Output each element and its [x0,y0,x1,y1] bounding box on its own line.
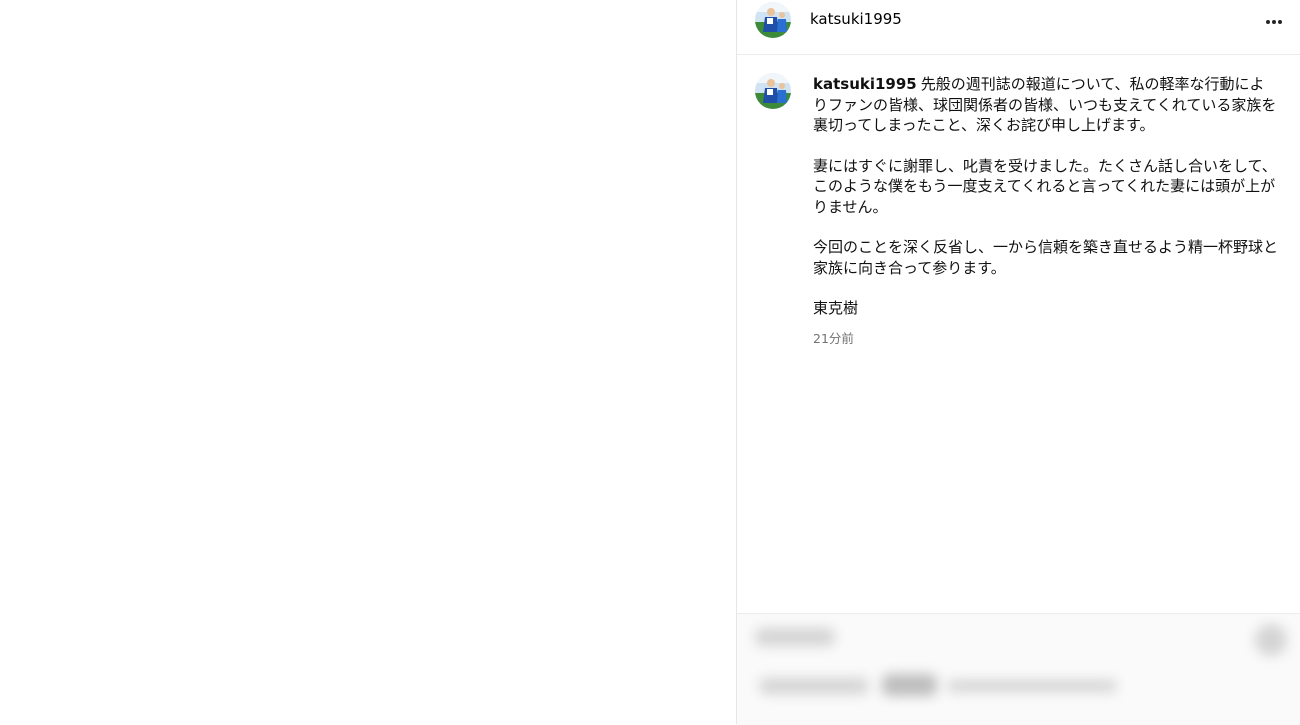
caption-author-link[interactable]: katsuki1995 [813,75,917,93]
more-horizontal-icon [1266,20,1270,24]
avatar[interactable] [755,2,791,38]
caption-paragraph: katsuki1995 先般の週刊誌の報道について、私の軽率な行動によりファンの皆… [813,74,1279,136]
blurred-region [755,628,835,646]
caption-signature: 東克樹 [813,299,859,317]
post-caption: katsuki1995 先般の週刊誌の報道について、私の軽率な行動によりファンの皆… [813,74,1279,339]
blurred-region [759,678,869,694]
caption-avatar[interactable] [755,73,791,109]
more-options-button[interactable] [1257,8,1289,36]
username-link[interactable]: katsuki1995 [810,10,902,28]
post-details-panel: katsuki1995 katsuki1995 先般の週刊誌の報道について、私の軽… [736,0,1300,725]
caption-paragraph: 今回のことを深く反省し、一から信頼を築き直せるよう精一杯野球と家族に向き合って参… [813,238,1279,277]
blurred-region [882,674,937,696]
profile-photo-icon [755,2,791,38]
more-horizontal-icon-dot [1278,20,1282,24]
post-timestamp[interactable]: 21分前 [813,328,854,347]
media-area [0,0,736,724]
more-horizontal-icon-dot [1272,20,1276,24]
blurred-region [1255,624,1287,656]
caption-paragraph: 妻にはすぐに謝罪し、叱責を受けました。たくさん話し合いをして、このような僕をもう… [813,156,1277,216]
profile-photo-icon [755,73,791,109]
blurred-region [947,680,1117,692]
blurred-actions-area [737,613,1300,725]
post-header: katsuki1995 [737,0,1300,55]
